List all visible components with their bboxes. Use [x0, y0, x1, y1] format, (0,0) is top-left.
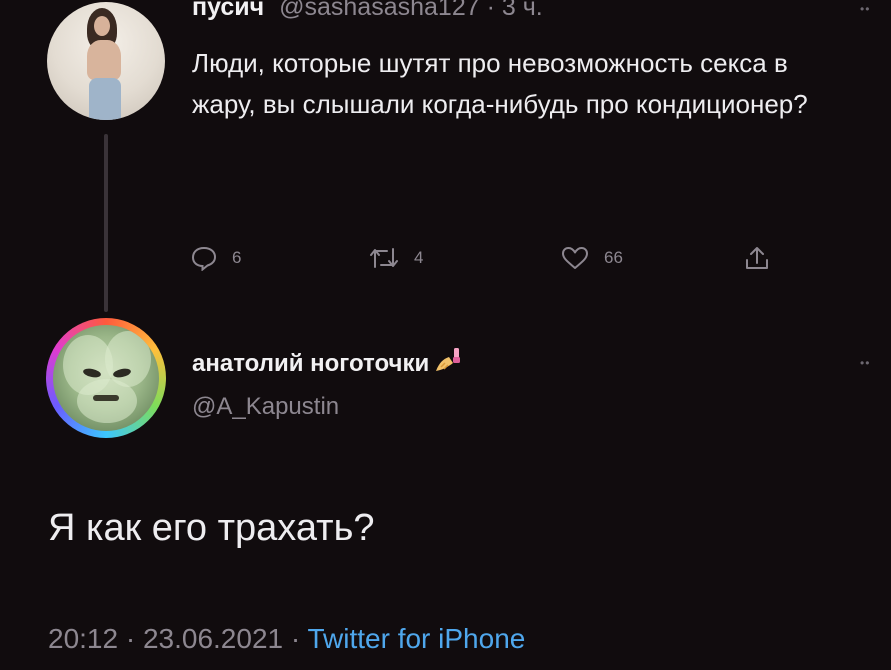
tweet2-meta: 20:12 · 23.06.2021 · Twitter for iPhone [48, 623, 525, 655]
cabbage-leaf [77, 379, 137, 423]
tweet1-text: Люди, которые шутят про невозможность се… [192, 48, 808, 119]
avatar-mouth [93, 395, 119, 401]
tweet2-text: Я как его трахать? [48, 507, 375, 549]
speech-bubble-icon [190, 245, 218, 271]
tweet2-name-row: анатолий ноготочки [192, 345, 463, 382]
tweet2-display-name[interactable]: анатолий ноготочки [192, 350, 429, 378]
tweet2-handle[interactable]: @A_Kapustin [192, 393, 339, 421]
retweet-count: 4 [414, 248, 424, 267]
like-count: 66 [604, 248, 623, 267]
reply-button[interactable]: 6 [190, 242, 241, 274]
nail-polish-emoji-icon [433, 345, 463, 382]
tweet2-datetime[interactable]: 20:12 · 23.06.2021 · [48, 623, 307, 654]
reply-count: 6 [232, 248, 242, 267]
heart-icon [560, 245, 590, 271]
avatar-face [94, 16, 110, 36]
avatar-jeans [89, 78, 121, 120]
tweet1-separator: · [479, 0, 502, 21]
tweet2-client-link[interactable]: Twitter for iPhone [307, 623, 525, 654]
more-options-icon[interactable]: •• [860, 356, 870, 370]
more-options-icon[interactable]: •• [860, 2, 870, 16]
tweet1-display-name[interactable]: пусич [192, 0, 264, 21]
thread-connector-line [104, 134, 108, 312]
retweet-arrows-icon [368, 245, 400, 271]
avatar-torso [87, 40, 121, 80]
retweet-button[interactable]: 4 [368, 242, 423, 274]
like-button[interactable]: 66 [560, 242, 623, 274]
share-button[interactable] [743, 242, 771, 274]
tweet1-header: пусич @sashasasha127 · 3 ч. [192, 0, 543, 22]
avatar-kapustin[interactable] [53, 325, 159, 431]
share-upload-icon [743, 244, 771, 272]
tweet1-time[interactable]: 3 ч. [502, 0, 543, 21]
avatar-pusich[interactable] [47, 2, 165, 120]
tweet1-handle[interactable]: @sashasasha127 [279, 0, 480, 21]
